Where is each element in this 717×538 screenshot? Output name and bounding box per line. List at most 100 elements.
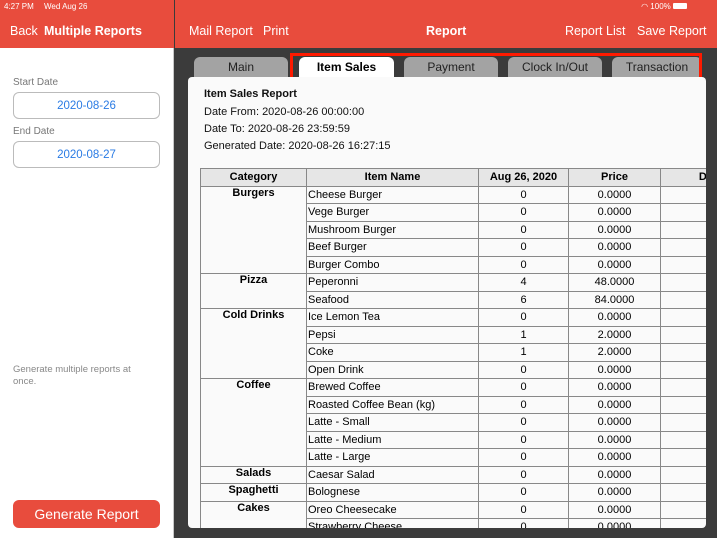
table-row: SaladsCaesar Salad00.00000.0	[200, 465, 706, 484]
item-name-cell: Caesar Salad	[306, 465, 479, 484]
category-cell: Coffee	[200, 378, 307, 467]
discount-cell: 0.0	[660, 290, 706, 309]
discount-cell: 0.0	[660, 238, 706, 257]
column-header: Price	[568, 168, 661, 187]
price-cell: 0.0000	[568, 185, 661, 204]
item-name-cell: Oreo Cheesecake	[306, 500, 479, 519]
mail-report-button[interactable]: Mail Report	[189, 24, 253, 38]
start-date-field[interactable]: 2020-08-26	[13, 92, 160, 119]
item-name-cell: Latte - Medium	[306, 430, 479, 449]
discount-cell: 0.0	[660, 413, 706, 432]
wifi-icon: ◠	[641, 2, 651, 11]
item-name-cell: Burger Combo	[306, 255, 479, 274]
status-date: Wed Aug 26	[44, 2, 88, 11]
quantity-cell: 0	[478, 465, 569, 484]
save-report-button[interactable]: Save Report	[637, 24, 706, 38]
quantity-cell: 0	[478, 500, 569, 519]
quantity-cell: 1	[478, 343, 569, 362]
quantity-cell: 0	[478, 413, 569, 432]
category-cell: Pizza	[200, 273, 307, 309]
quantity-cell: 0	[478, 255, 569, 274]
quantity-cell: 0	[478, 203, 569, 222]
price-cell: 0.0000	[568, 518, 661, 528]
discount-cell: 0.0	[660, 518, 706, 528]
generated-date: Generated Date: 2020-08-26 16:27:15	[204, 140, 391, 152]
price-cell: 0.0000	[568, 238, 661, 257]
discount-cell: 0.0	[660, 325, 706, 344]
item-name-cell: Roasted Coffee Bean (kg)	[306, 395, 479, 414]
item-name-cell: Latte - Large	[306, 448, 479, 467]
price-cell: 0.0000	[568, 395, 661, 414]
item-name-cell: Pepsi	[306, 325, 479, 344]
column-header: Disc	[660, 168, 706, 187]
tab-main[interactable]: Main	[194, 57, 288, 77]
discount-cell: 0.0	[660, 343, 706, 362]
quantity-cell: 0	[478, 308, 569, 327]
price-cell: 2.0000	[568, 343, 661, 362]
generate-report-button[interactable]: Generate Report	[13, 500, 160, 528]
price-cell: 0.0000	[568, 378, 661, 397]
quantity-cell: 0	[478, 395, 569, 414]
quantity-cell: 0	[478, 483, 569, 502]
quantity-cell: 0	[478, 360, 569, 379]
quantity-cell: 1	[478, 325, 569, 344]
price-cell: 2.0000	[568, 325, 661, 344]
price-cell: 0.0000	[568, 500, 661, 519]
item-name-cell: Vege Burger	[306, 203, 479, 222]
category-cell: Salads	[200, 465, 307, 484]
item-name-cell: Open Drink	[306, 360, 479, 379]
date-to: Date To: 2020-08-26 23:59:59	[204, 123, 350, 135]
page-title: Report	[426, 24, 467, 38]
item-name-cell: Brewed Coffee	[306, 378, 479, 397]
start-date-label: Start Date	[13, 77, 59, 88]
end-date-field[interactable]: 2020-08-27	[13, 141, 160, 168]
highlight-box	[290, 53, 702, 80]
quantity-cell: 0	[478, 518, 569, 528]
item-name-cell: Cheese Burger	[306, 185, 479, 204]
price-cell: 0.0000	[568, 448, 661, 467]
column-header: Item Name	[306, 168, 479, 187]
discount-cell: 0.0	[660, 185, 706, 204]
price-cell: 84.0000	[568, 290, 661, 309]
price-cell: 0.0000	[568, 308, 661, 327]
item-name-cell: Seafood	[306, 290, 479, 309]
table-row: CakesOreo Cheesecake00.00000.0	[200, 500, 706, 528]
category-cell: Spaghetti	[200, 483, 307, 502]
quantity-cell: 0	[478, 430, 569, 449]
item-name-cell: Latte - Small	[306, 413, 479, 432]
back-button[interactable]: Back	[10, 24, 38, 38]
quantity-cell: 0	[478, 238, 569, 257]
table-row: CoffeeBrewed Coffee00.00000.0	[200, 378, 706, 467]
quantity-cell: 0	[478, 220, 569, 239]
discount-cell: 0.0	[660, 465, 706, 484]
discount-cell: 0.0	[660, 203, 706, 222]
quantity-cell: 0	[478, 448, 569, 467]
left-pane: 4:27 PM Wed Aug 26 Back Multiple Reports…	[0, 0, 174, 538]
price-cell: 0.0000	[568, 430, 661, 449]
quantity-cell: 0	[478, 185, 569, 204]
discount-cell: 0.0	[660, 430, 706, 449]
left-title: Multiple Reports	[44, 24, 142, 38]
item-name-cell: Peperonni	[306, 273, 479, 292]
discount-cell: 0.0	[660, 500, 706, 519]
price-cell: 0.0000	[568, 465, 661, 484]
report-list-button[interactable]: Report List	[565, 24, 625, 38]
date-from: Date From: 2020-08-26 00:00:00	[204, 106, 365, 118]
price-cell: 0.0000	[568, 255, 661, 274]
item-name-cell: Mushroom Burger	[306, 220, 479, 239]
left-header: 4:27 PM Wed Aug 26 Back Multiple Reports	[0, 0, 174, 48]
quantity-cell: 0	[478, 378, 569, 397]
print-button[interactable]: Print	[263, 24, 289, 38]
battery-icon	[673, 3, 687, 9]
battery-level: 100%	[650, 2, 671, 11]
column-header: Category	[200, 168, 307, 187]
item-name-cell: Coke	[306, 343, 479, 362]
price-cell: 0.0000	[568, 413, 661, 432]
discount-cell: 0.0	[660, 378, 706, 397]
price-cell: 0.0000	[568, 360, 661, 379]
price-cell: 0.0000	[568, 483, 661, 502]
table-row: SpaghettiBolognese00.00000.0	[200, 483, 706, 502]
quantity-cell: 4	[478, 273, 569, 292]
category-cell: Cakes	[200, 500, 307, 528]
discount-cell: 0.0	[660, 448, 706, 467]
